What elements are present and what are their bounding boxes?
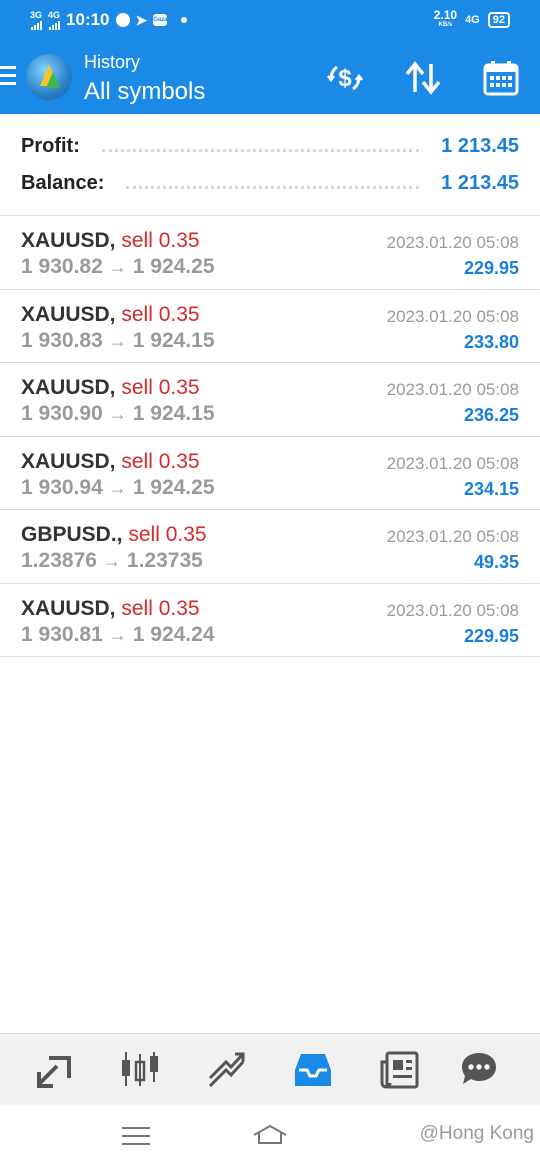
quotes-icon[interactable] xyxy=(35,1050,75,1090)
trade-side: sell 0.35 xyxy=(121,376,200,399)
menu-icon[interactable] xyxy=(0,66,16,90)
list-item[interactable]: XAUUSD, sell 0.35 1 930.82 → 1 924.25 2023… xyxy=(0,216,540,290)
list-item[interactable]: XAUUSD, sell 0.35 1 930.90 → 1 924.15 2023… xyxy=(0,363,540,437)
close-price: 1 924.24 xyxy=(132,622,215,646)
bottom-nav xyxy=(0,1033,540,1105)
trade-time: 2023.01.20 05:08 xyxy=(386,380,519,399)
signal-4g-icon: 4G xyxy=(48,9,61,30)
app-bar: History All symbols $ xyxy=(0,40,540,114)
chart-icon[interactable] xyxy=(120,1050,160,1090)
open-price: 1 930.83 xyxy=(21,328,103,352)
messages-icon[interactable] xyxy=(459,1050,499,1090)
list-item[interactable]: XAUUSD, sell 0.35 1 930.81 → 1 924.24 2023… xyxy=(0,584,540,657)
open-price: 1 930.81 xyxy=(21,622,103,646)
open-price: 1.23876 xyxy=(21,549,97,572)
battery-icon: 92 xyxy=(487,12,510,28)
arrow-icon: → xyxy=(108,624,127,645)
summary-panel: Profit: 1 213.45 Balance: 1 213.45 xyxy=(0,114,540,216)
trade-list: XAUUSD, sell 0.35 1 930.82 → 1 924.25 2023… xyxy=(0,216,540,657)
network-4g-icon: 4G xyxy=(465,14,480,26)
trade-side: sell 0.35 xyxy=(121,596,200,620)
app-logo-icon xyxy=(26,54,72,100)
system-nav-bar: @Hong Kong xyxy=(0,1105,540,1170)
news-icon[interactable] xyxy=(380,1050,420,1090)
messenger-icon xyxy=(115,13,130,27)
divider xyxy=(101,148,420,152)
clock: 10:10 xyxy=(66,10,110,29)
open-price: 1 930.94 xyxy=(21,475,103,499)
balance-value: 1 213.45 xyxy=(441,171,519,194)
trade-time: 2023.01.20 05:08 xyxy=(386,233,519,252)
signal-3g-icon: 3G xyxy=(30,9,43,30)
trade-time: 2023.01.20 05:08 xyxy=(386,453,519,473)
trade-side: sell 0.35 xyxy=(121,449,200,473)
history-icon[interactable] xyxy=(293,1050,333,1090)
profit-value: 1 213.45 xyxy=(441,134,519,157)
divider xyxy=(126,185,420,189)
arrow-icon: → xyxy=(108,477,127,498)
trade-symbol: XAUUSD, xyxy=(21,376,116,399)
notification-dot-icon xyxy=(181,17,188,23)
trade-profit: 233.80 xyxy=(463,331,519,352)
sort-icon[interactable] xyxy=(403,58,443,98)
trade-side: sell 0.35 xyxy=(121,229,200,252)
svg-text:$: $ xyxy=(338,65,352,92)
telegram-icon: ➤ xyxy=(135,11,148,28)
list-item[interactable]: XAUUSD, sell 0.35 1 930.94 → 1 924.25 2023… xyxy=(0,437,540,510)
arrow-icon: → xyxy=(108,404,127,424)
network-label-4g: 4G xyxy=(48,9,61,20)
calendar-icon[interactable] xyxy=(481,58,521,98)
trade-time: 2023.01.20 05:08 xyxy=(386,600,519,620)
close-price: 1 924.15 xyxy=(132,402,215,425)
network-label-3g: 3G xyxy=(30,9,43,20)
close-price: 1.23735 xyxy=(126,549,203,572)
arrow-icon: → xyxy=(108,330,127,351)
trade-symbol: GBPUSD., xyxy=(21,523,123,546)
watermark: @Hong Kong xyxy=(419,1123,534,1144)
trade-icon[interactable] xyxy=(207,1050,247,1090)
screen-title[interactable]: All symbols xyxy=(84,78,205,106)
recents-icon[interactable] xyxy=(122,1127,150,1145)
home-icon[interactable] xyxy=(252,1123,288,1152)
list-item[interactable]: XAUUSD, sell 0.35 1 930.83 → 1 924.15 2023… xyxy=(0,290,540,363)
network-speed: 2.10 KB/s xyxy=(434,9,457,30)
open-price: 1 930.82 xyxy=(21,255,103,278)
trade-symbol: XAUUSD, xyxy=(21,229,116,252)
arrow-icon: → xyxy=(102,551,121,571)
currency-exchange-icon[interactable]: $ xyxy=(325,58,365,98)
status-bar: 3G 4G 10:10 ➤ Gaza 2.10 KB/s 4G 92 xyxy=(0,0,540,40)
close-price: 1 924.25 xyxy=(132,255,215,278)
balance-label: Balance: xyxy=(21,171,105,194)
trade-profit: 229.95 xyxy=(463,258,519,278)
arrow-icon: → xyxy=(108,257,127,277)
trade-time: 2023.01.20 05:08 xyxy=(386,527,519,546)
trade-time: 2023.01.20 05:08 xyxy=(386,306,519,326)
trade-profit: 49.35 xyxy=(473,552,519,572)
close-price: 1 924.25 xyxy=(132,475,215,499)
close-price: 1 924.15 xyxy=(132,328,215,352)
open-price: 1 930.90 xyxy=(21,402,103,425)
profit-row: Profit: 1 213.45 xyxy=(21,131,519,161)
trade-profit: 229.95 xyxy=(463,625,519,646)
balance-row: Balance: 1 213.45 xyxy=(21,168,519,198)
trade-profit: 234.15 xyxy=(463,478,519,499)
trade-side: sell 0.35 xyxy=(121,302,200,326)
app-badge-icon: Gaza xyxy=(153,14,168,26)
list-item[interactable]: GBPUSD., sell 0.35 1.23876 → 1.23735 2023.… xyxy=(0,510,540,584)
trade-symbol: XAUUSD, xyxy=(21,449,116,473)
profit-label: Profit: xyxy=(21,134,80,157)
screen-subtitle: History xyxy=(84,52,141,72)
trade-symbol: XAUUSD, xyxy=(21,596,116,620)
trade-symbol: XAUUSD, xyxy=(21,302,116,326)
trade-profit: 236.25 xyxy=(463,405,519,425)
trade-side: sell 0.35 xyxy=(128,523,207,546)
